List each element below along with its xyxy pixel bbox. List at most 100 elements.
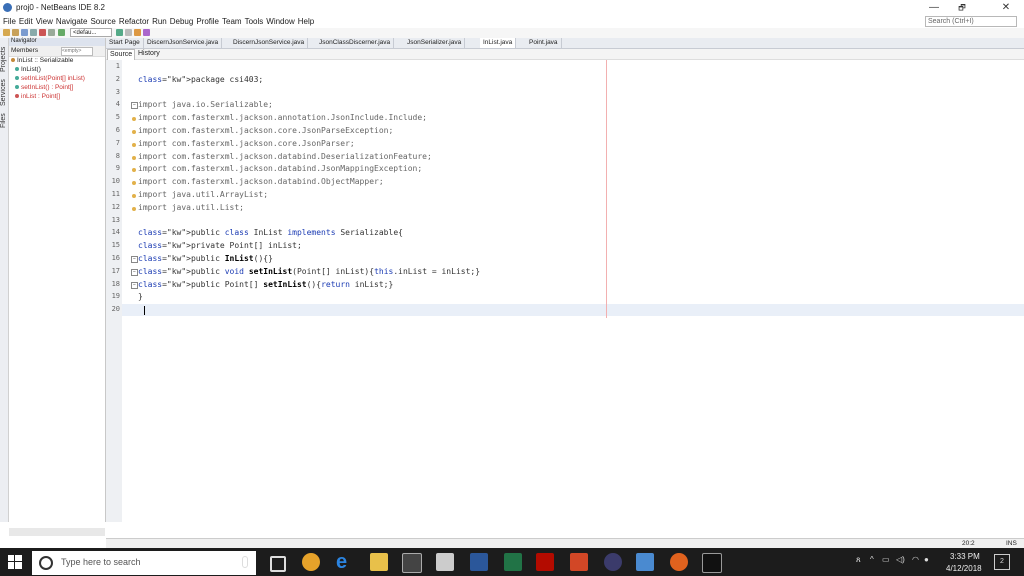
list-item[interactable]: inList : Point[] xyxy=(15,93,60,100)
code-editor[interactable]: class="kw">package csi403; import java.io… xyxy=(122,60,1024,522)
tab-start-page[interactable]: Start Page xyxy=(106,38,144,48)
menu-file[interactable]: File xyxy=(3,16,16,28)
chrome-icon[interactable] xyxy=(302,553,320,571)
save-all-icon[interactable] xyxy=(21,29,28,36)
code-line: import com.fasterxml.jackson.core.JsonPa… xyxy=(138,138,355,148)
warning-marker-icon[interactable] xyxy=(132,206,136,211)
menu-help[interactable]: Help xyxy=(298,16,314,28)
warning-marker-icon[interactable] xyxy=(132,130,136,134)
main-toolbar xyxy=(0,28,1024,38)
chevron-up-icon[interactable]: ^ xyxy=(870,555,874,564)
warning-marker-icon[interactable] xyxy=(132,142,136,147)
fold-toggle[interactable]: − xyxy=(131,281,138,289)
build-icon[interactable] xyxy=(58,29,65,36)
eclipse-icon[interactable] xyxy=(604,553,622,571)
netbeans-icon[interactable] xyxy=(636,553,654,571)
terminal-icon[interactable] xyxy=(702,553,722,573)
class-node[interactable]: InList :: Serializable xyxy=(11,57,73,64)
acrobat-icon[interactable] xyxy=(536,553,554,571)
tray-app-icon[interactable]: ● xyxy=(924,555,929,564)
file-explorer-icon[interactable] xyxy=(370,553,388,571)
menu-edit[interactable]: Edit xyxy=(19,16,33,28)
code-line: class="kw">public void setInList(Point[]… xyxy=(138,266,481,276)
menu-tools[interactable]: Tools xyxy=(245,16,264,28)
method-icon xyxy=(15,76,19,81)
menu-view[interactable]: View xyxy=(36,16,53,28)
run-icon[interactable] xyxy=(116,29,123,36)
members-filter-select[interactable]: <empty> xyxy=(61,47,93,56)
code-line: class="kw">package csi403; xyxy=(138,74,264,84)
tab-files[interactable]: Files xyxy=(0,110,8,132)
maximize-button[interactable]: 🗗 xyxy=(950,2,974,14)
volume-icon[interactable]: ◁) xyxy=(896,555,905,564)
tab-inlist[interactable]: InList.java xyxy=(480,38,517,48)
menu-navigate[interactable]: Navigate xyxy=(56,16,88,28)
tab-json-class-discerner[interactable]: JsonClassDiscerner.java xyxy=(316,38,395,48)
insert-mode: INS xyxy=(1006,540,1017,547)
member-label: setInList(Point[] inList) xyxy=(21,75,85,82)
action-center-icon[interactable]: 2 xyxy=(994,554,1010,570)
list-item[interactable]: setInList(Point[] inList) xyxy=(15,75,85,82)
minimize-button[interactable]: — xyxy=(922,2,946,14)
line-number: 8 xyxy=(115,151,120,160)
warning-marker-icon[interactable] xyxy=(132,155,136,160)
tab-discern-json-service-2[interactable]: DiscernJsonService.java xyxy=(230,38,309,48)
wifi-icon[interactable]: ◠ xyxy=(912,555,919,564)
menu-team[interactable]: Team xyxy=(222,16,242,28)
tab-projects[interactable]: Projects xyxy=(0,42,8,76)
reload-icon[interactable] xyxy=(48,29,55,36)
close-button[interactable]: ✕ xyxy=(994,2,1018,14)
ide-search-input[interactable]: Search (Ctrl+I) xyxy=(925,16,1017,27)
new-project-icon[interactable] xyxy=(3,29,10,36)
code-line: import com.fasterxml.jackson.core.JsonPa… xyxy=(138,126,394,135)
windows-start-icon[interactable] xyxy=(8,555,22,569)
tab-services[interactable]: Services xyxy=(0,78,8,108)
list-item[interactable]: InList() xyxy=(15,66,41,73)
app-icon[interactable] xyxy=(670,553,688,571)
redo-icon[interactable] xyxy=(39,29,46,36)
profile-icon[interactable] xyxy=(134,29,141,36)
edge-icon[interactable]: e xyxy=(336,552,354,572)
people-icon[interactable]: ጸ xyxy=(856,555,861,565)
history-tab[interactable]: History xyxy=(136,49,162,59)
class-icon xyxy=(11,58,15,63)
fold-toggle[interactable]: − xyxy=(131,256,138,263)
configuration-select[interactable]: <defau... xyxy=(70,28,112,37)
line-number: 12 xyxy=(111,202,120,211)
menu-run[interactable]: Run xyxy=(152,16,167,28)
debug-icon[interactable] xyxy=(125,29,132,36)
powerpoint-icon[interactable] xyxy=(570,553,588,571)
line-number: 7 xyxy=(115,138,120,147)
code-line: } xyxy=(138,292,143,302)
warning-marker-icon[interactable] xyxy=(132,194,136,198)
excel-icon[interactable] xyxy=(504,553,522,571)
class-node-label: InList :: Serializable xyxy=(17,57,74,64)
tab-json-serializer[interactable]: JsonSerializer.java xyxy=(404,38,466,48)
tab-point[interactable]: Point.java xyxy=(526,38,562,48)
warning-marker-icon[interactable] xyxy=(132,117,136,122)
menu-source[interactable]: Source xyxy=(90,16,115,28)
word-icon[interactable] xyxy=(470,553,488,571)
mail-icon[interactable] xyxy=(436,553,454,571)
warning-marker-icon[interactable] xyxy=(132,181,136,186)
undo-icon[interactable] xyxy=(30,29,37,36)
menu-window[interactable]: Window xyxy=(266,16,294,28)
line-number: 18 xyxy=(111,279,120,288)
fold-toggle[interactable]: − xyxy=(131,102,138,110)
microphone-icon[interactable] xyxy=(242,556,248,568)
members-filter-row: Members <empty> xyxy=(9,46,105,57)
taskbar-search[interactable]: Type here to search xyxy=(32,551,256,575)
task-view-icon[interactable] xyxy=(270,556,286,572)
stop-icon[interactable] xyxy=(143,29,150,36)
line-number: 2 xyxy=(115,74,120,83)
menu-refactor[interactable]: Refactor xyxy=(119,16,149,28)
fold-toggle[interactable]: − xyxy=(131,268,138,276)
warning-marker-icon[interactable] xyxy=(132,168,136,173)
tab-discern-json-service[interactable]: DiscernJsonService.java xyxy=(144,38,223,48)
open-project-icon[interactable] xyxy=(12,29,19,36)
list-item[interactable]: setInList() : Point[] xyxy=(15,84,73,91)
menu-debug[interactable]: Debug xyxy=(170,16,194,28)
menu-profile[interactable]: Profile xyxy=(196,16,219,28)
battery-icon[interactable]: ▭ xyxy=(882,555,890,564)
store-icon[interactable] xyxy=(402,553,422,573)
